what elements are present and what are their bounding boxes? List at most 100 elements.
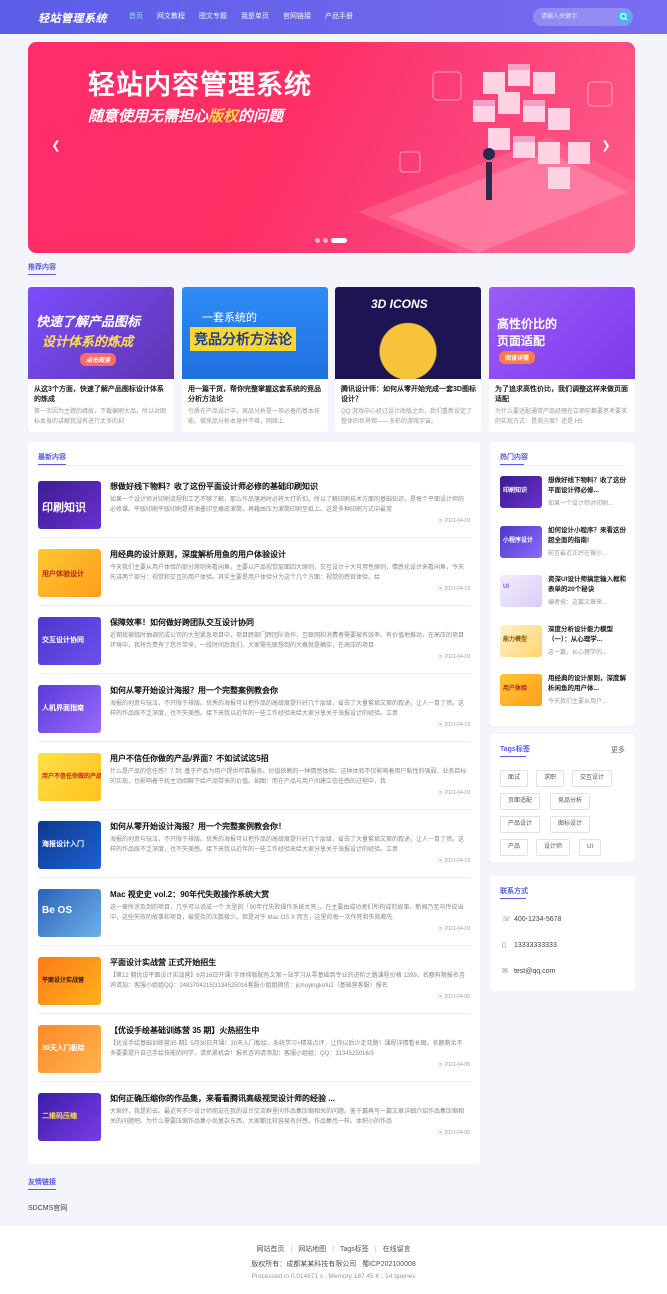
latest-item[interactable]: 海报设计入门 如何从零开始设计海报？用一个完整案例教会你！ 海报的创意与玩法，不… <box>38 821 470 881</box>
hot-item[interactable]: UI 资深UI设计师搞定输入框和表单的20个秘诀 编者按：这篇文章来... <box>500 575 628 611</box>
contact-section: 联系方式 ☏ 400-1234-5678 ▯ 13333333333 ✉ tes… <box>490 876 635 991</box>
hot-item[interactable]: 能力模型 深度分析设计能力模型（一）：从心理学... 这一篇，从心理学的... <box>500 625 628 661</box>
latest-item[interactable]: 交互设计协同 保障效率！如何做好跨团队交互设计协同 近期我被临时抽调完成公司的大… <box>38 617 470 677</box>
latest-item-title[interactable]: 用经典的设计原则，深度解析用鱼的用户体验设计 <box>110 549 468 560</box>
search-button[interactable] <box>617 10 631 24</box>
banner-subtitle-post: 的问题 <box>238 108 284 125</box>
banner-prev-arrow[interactable]: ❮ <box>48 138 64 154</box>
latest-item[interactable]: 人机界面指南 如何从零开始设计海报？用一个完整案例教会你 海报的创意与玩法，不只… <box>38 685 470 745</box>
hot-item[interactable]: 印刷知识 想做好线下物料？收了这份平面设计师必修... 如果一个设计师对印刷..… <box>500 476 628 512</box>
icp-link[interactable]: 蜀ICP202100008 <box>362 1261 416 1268</box>
thumb-text: 平面设计实战营 <box>42 978 85 984</box>
thumb-text: 二维码压缩 <box>42 1113 77 1120</box>
tags-more-link[interactable]: 更多 <box>611 745 625 755</box>
tag-item[interactable]: 图标设计 <box>550 816 591 833</box>
latest-item-date: 2021-04-19 <box>438 654 470 660</box>
nav-item-tutorial[interactable]: 网文教程 <box>150 0 192 34</box>
recommend-card-title[interactable]: 用一篇干货，帮你完整掌握这套系统的竞品分析方法论 <box>188 385 324 405</box>
recommend-card[interactable]: 一套系统的 竞品分析方法论 用一篇干货，帮你完整掌握这套系统的竞品分析方法论 引… <box>182 287 328 432</box>
tag-item[interactable]: 竞品分析 <box>550 793 591 810</box>
latest-item-title[interactable]: 保障效率！如何做好跨团队交互设计协同 <box>110 617 468 628</box>
latest-item[interactable]: 用户不信任你做的产品? 用户不信任你做的产品/界面？不如试试这5招 什么是产品的… <box>38 753 470 813</box>
footer-processed: Processed in 0.014671 s , Memory 187.45 … <box>251 1273 416 1280</box>
friend-link-item[interactable]: SDCMS官网 <box>28 1203 67 1213</box>
hot-item[interactable]: 用户体验 用经典的设计原则，深度解析闲鱼的用户体... 今天我们主要从用户... <box>500 674 628 710</box>
latest-item[interactable]: Be OS Mac 视史史 vol.2：90年代失败操作系统大赏 这一章所涉及到… <box>38 889 470 949</box>
hot-item-desc: 今天我们主要从用户... <box>548 699 608 705</box>
latest-item-date: 2021-04-05 <box>438 1130 470 1136</box>
recommend-card[interactable]: 高性价比的 页面适配 阅读详情 为了追求高性价比，我们调整这样来做页面适配 为什… <box>489 287 635 432</box>
recommend-card[interactable]: 快速了解产品图标 设计体系的炼成 点击阅读 从这3个方面，快速了解产品图标设计体… <box>28 287 174 432</box>
latest-item-date: 2021-04-05 <box>438 994 470 1000</box>
latest-item-title[interactable]: 平面设计实战营 正式开始招生 <box>110 957 468 968</box>
contact-title-underline <box>500 898 526 899</box>
banner-dot-3[interactable] <box>331 238 347 243</box>
tag-item[interactable]: 产品设计 <box>500 816 541 833</box>
latest-item-thumb: 人机界面指南 <box>38 685 101 733</box>
latest-item-title[interactable]: 想做好线下物料？收了这份平面设计师必修的基础印刷知识 <box>110 481 468 492</box>
latest-item[interactable]: 平面设计实战营 平面设计实战营 正式开始招生 【第12 期优设平面设计实战营】6… <box>38 957 470 1017</box>
hot-item-title[interactable]: 想做好线下物料？收了这份平面设计师必修... <box>548 476 628 496</box>
thumb-text: Be OS <box>42 905 73 916</box>
banner-dot-1[interactable] <box>315 238 320 243</box>
latest-item[interactable]: 二维码压缩 如何正确压缩你的作品集，来看看腾讯高级视觉设计师的经验 ... 大家… <box>38 1093 470 1153</box>
site-logo[interactable]: 轻站管理系统 <box>38 10 107 26</box>
latest-item-desc: 这一章所涉及到的项目，几乎可以说成一个 大型的「90年代失败操作系统大赏」，在主… <box>110 905 464 921</box>
latest-item-title[interactable]: 用户不信任你做的产品/界面？不如试试这5招 <box>110 753 468 764</box>
footer-link-message[interactable]: 在线留言 <box>383 1246 411 1253</box>
tag-item[interactable]: 交互设计 <box>572 770 613 787</box>
hot-item-title[interactable]: 深度分析设计能力模型（一）：从心理学... <box>548 625 628 645</box>
recommend-card-title[interactable]: 从这3个方面，快速了解产品图标设计体系的炼成 <box>34 385 170 405</box>
hot-item-title[interactable]: 用经典的设计原则，深度解析闲鱼的用户体... <box>548 674 628 694</box>
footer-link-tags[interactable]: Tags标签 <box>340 1246 369 1253</box>
latest-item-date: 2021-04-19 <box>438 518 470 524</box>
hot-item-title[interactable]: 资深UI设计师搞定输入框和表单的20个秘诀 <box>548 575 628 595</box>
thumb-text: 小程序设计 <box>503 538 534 544</box>
tag-item[interactable]: 求职 <box>536 770 565 787</box>
tag-item[interactable]: UI <box>579 839 601 856</box>
tag-item[interactable]: 页面适配 <box>500 793 541 810</box>
thumb-text: 用户体验 <box>503 686 528 692</box>
banner-dot-2[interactable] <box>323 238 328 243</box>
latest-item-thumb: 30天入门板绘 <box>38 1025 101 1073</box>
footer-link-separator: | <box>332 1246 335 1253</box>
recommend-card-desc: QQ 游戏中心经过设计改版之后，我们重新设定了整体的世界观——多彩的游戏宇宙。 <box>341 409 473 425</box>
latest-item-desc: 近期我被临时抽调完成公司的大型紧急项目中，项目跨部门跨团队协作，互联网和消费者需… <box>110 633 465 649</box>
latest-item-desc: 大家好，我是彩云。最近有不少设计师朋友在我的设计交流群里问作品集压缩相关的问题。… <box>110 1109 465 1125</box>
latest-item-title[interactable]: 【优设手绘基础训练营 35 期】火热招生中 <box>110 1025 468 1036</box>
latest-item-desc: 今天我们主要从用户体验的部分原则来看闲鱼，主要以产品视觉层面四大原则，交互设计十… <box>110 565 465 581</box>
latest-item-date: 2021-04-19 <box>438 926 470 932</box>
recommend-card-title[interactable]: 腾讯设计师：如何从零开始完成一套3D图标设计？ <box>341 385 477 405</box>
latest-item[interactable]: 印刷知识 想做好线下物料？收了这份平面设计师必修的基础印刷知识 如果一个设计师对… <box>38 481 470 541</box>
footer-link-sitemap[interactable]: 网站地图 <box>298 1246 326 1253</box>
latest-item[interactable]: 30天入门板绘 【优设手绘基础训练营 35 期】火热招生中 【优设手绘基础训练营… <box>38 1025 470 1085</box>
latest-item-title[interactable]: Mac 视史史 vol.2：90年代失败操作系统大赏 <box>110 889 468 900</box>
latest-item-title[interactable]: 如何正确压缩你的作品集，来看看腾讯高级视觉设计师的经验 ... <box>110 1093 468 1104</box>
search-input[interactable] <box>541 11 613 23</box>
recommend-card-title[interactable]: 为了追求高性价比，我们调整这样来做页面适配 <box>495 385 631 405</box>
contact-email-value[interactable]: test@qq.com <box>514 968 555 975</box>
nav-item-topics[interactable]: 图文专题 <box>192 0 234 34</box>
hot-section-title: 热门内容 <box>500 454 528 461</box>
image-text: 3D ICONS <box>371 297 428 311</box>
thumb-text: 30天入门板绘 <box>42 1045 85 1052</box>
hot-item[interactable]: 小程序设计 如何设计小程序？来看这份超全面的指南! 前言最近正好在做小... <box>500 526 628 562</box>
recommend-card[interactable]: 3D ICONS 腾讯设计师：如何从零开始完成一套3D图标设计？ QQ 游戏中心… <box>335 287 481 432</box>
thumb-text: 交互设计协同 <box>42 637 84 644</box>
tag-item[interactable]: 产品 <box>500 839 529 856</box>
nav-item-official-link[interactable]: 官网链接 <box>276 0 318 34</box>
banner-next-arrow[interactable]: ❯ <box>598 138 614 154</box>
tag-item[interactable]: 面试 <box>500 770 529 787</box>
footer-link-home[interactable]: 网站首页 <box>256 1246 284 1253</box>
nav-item-manual[interactable]: 产品手册 <box>318 0 360 34</box>
hot-item-title[interactable]: 如何设计小程序？来看这份超全面的指南! <box>548 526 628 546</box>
nav-item-single-page[interactable]: 我是单页 <box>234 0 276 34</box>
thumb-text: 海报设计入门 <box>42 841 84 848</box>
hot-section: 热门内容 印刷知识 想做好线下物料？收了这份平面设计师必修... 如果一个设计师… <box>490 442 635 726</box>
tag-item[interactable]: 设计师 <box>536 839 571 856</box>
latest-item[interactable]: 用户体验设计 用经典的设计原则，深度解析用鱼的用户体验设计 今天我们主要从用户体… <box>38 549 470 609</box>
latest-item-title[interactable]: 如何从零开始设计海报？用一个完整案例教会你 <box>110 685 468 696</box>
latest-item-title[interactable]: 如何从零开始设计海报？用一个完整案例教会你！ <box>110 821 468 832</box>
hot-item-desc: 前言最近正好在做小... <box>548 551 608 557</box>
nav-item-home[interactable]: 首页 <box>122 0 150 34</box>
